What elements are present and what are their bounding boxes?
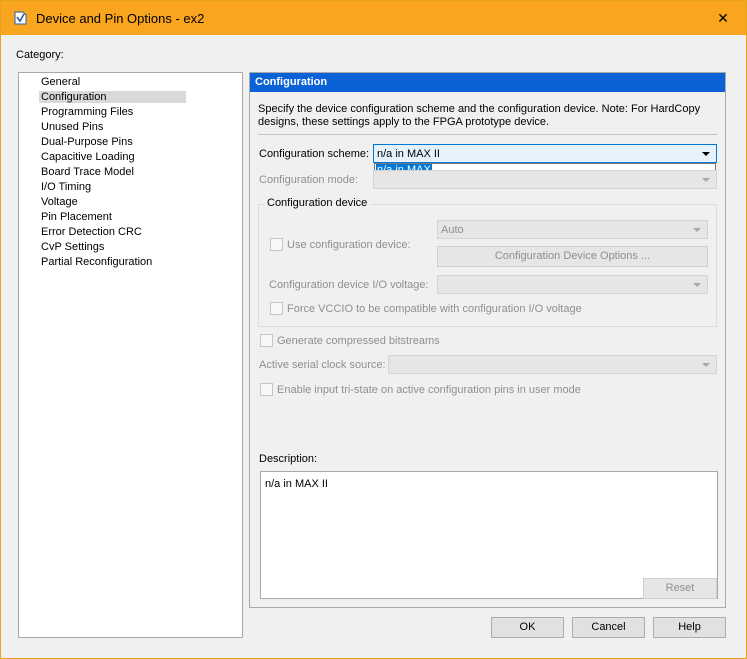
category-item-unused-pins[interactable]: Unused Pins [19,120,242,135]
help-button[interactable]: Help [653,617,726,638]
divider [258,134,717,135]
chevron-down-icon [702,363,710,367]
category-item-label: Error Detection CRC [41,226,142,238]
category-item-label: Board Trace Model [41,166,134,178]
configuration-panel: Configuration Specify the device configu… [249,72,726,608]
compressed-label: Generate compressed bitstreams [277,335,440,347]
config-scheme-select[interactable]: n/a in MAX II [373,144,717,163]
config-device-value: Auto [441,224,464,236]
config-mode-select[interactable] [373,170,717,189]
category-item-label: Programming Files [41,106,134,118]
chevron-down-icon [693,283,701,287]
category-item-dual-purpose-pins[interactable]: Dual-Purpose Pins [19,135,242,150]
category-item-label: Configuration [39,91,187,103]
category-item-capacitive-loading[interactable]: Capacitive Loading [19,150,242,165]
config-device-select[interactable]: Auto [437,220,708,239]
config-scheme-value: n/a in MAX II [377,148,440,160]
category-item-label: General [41,76,81,88]
force-vccio-label: Force VCCIO to be compatible with config… [287,303,582,315]
description-text: n/a in MAX II [265,478,328,490]
category-item-partial-reconfiguration[interactable]: Partial Reconfiguration [19,255,242,270]
category-item-voltage[interactable]: Voltage [19,195,242,210]
category-item-label: CvP Settings [41,241,105,253]
category-item-configuration[interactable]: Configuration [19,90,242,105]
category-label: Category: [16,49,64,61]
close-icon: ✕ [717,9,729,26]
app-icon [14,11,27,25]
category-item-label: Capacitive Loading [41,151,135,163]
serial-clock-label: Active serial clock source: [259,359,386,371]
panel-header: Configuration [250,73,725,92]
force-vccio-checkbox[interactable] [270,302,283,315]
title-bar[interactable]: Device and Pin Options - ex2 ✕ [1,1,746,35]
category-item-pin-placement[interactable]: Pin Placement [19,210,242,225]
ok-button[interactable]: OK [491,617,564,638]
io-voltage-label: Configuration device I/O voltage: [269,279,429,291]
intro-text: Specify the device configuration scheme … [258,103,701,128]
chevron-down-icon [693,228,701,232]
close-button[interactable]: ✕ [700,1,746,35]
category-item-board-trace-model[interactable]: Board Trace Model [19,165,242,180]
tristate-checkbox[interactable] [260,383,273,396]
dialog-window: Device and Pin Options - ex2 ✕ Category:… [0,0,747,659]
group-title: Configuration device [264,197,371,209]
description-label: Description: [259,453,318,465]
reset-button[interactable]: Reset [643,578,717,599]
category-tree[interactable]: General Configuration Programming Files Unu… [18,72,243,638]
io-voltage-select[interactable] [437,275,708,294]
tristate-label: Enable input tri-state on active configu… [277,384,581,396]
config-device-options-button[interactable]: Configuration Device Options ... [437,246,708,267]
category-item-general[interactable]: General [19,75,242,90]
use-config-device-label: Use configuration device: [287,239,411,251]
category-item-cvp-settings[interactable]: CvP Settings [19,240,242,255]
compressed-checkbox[interactable] [260,334,273,347]
category-item-i-o-timing[interactable]: I/O Timing [19,180,242,195]
config-scheme-label: Configuration scheme: [259,148,370,160]
category-item-label: Dual-Purpose Pins [41,136,133,148]
category-item-programming-files[interactable]: Programming Files [19,105,242,120]
category-item-error-detection-crc[interactable]: Error Detection CRC [19,225,242,240]
category-item-label: Partial Reconfiguration [41,256,153,268]
window-title: Device and Pin Options - ex2 [36,11,205,26]
category-item-label: I/O Timing [41,181,92,193]
use-config-device-checkbox[interactable] [270,238,283,251]
category-item-label: Unused Pins [41,121,104,133]
cancel-button[interactable]: Cancel [572,617,645,638]
serial-clock-select[interactable] [388,355,717,374]
category-item-label: Voltage [41,196,78,208]
category-list: General Configuration Programming Files Unu… [19,75,242,270]
chevron-down-icon [702,152,710,156]
config-device-group: Configuration device Use configuration d… [258,197,717,327]
config-mode-label: Configuration mode: [259,174,359,186]
category-item-label: Pin Placement [41,211,112,223]
chevron-down-icon [702,178,710,182]
